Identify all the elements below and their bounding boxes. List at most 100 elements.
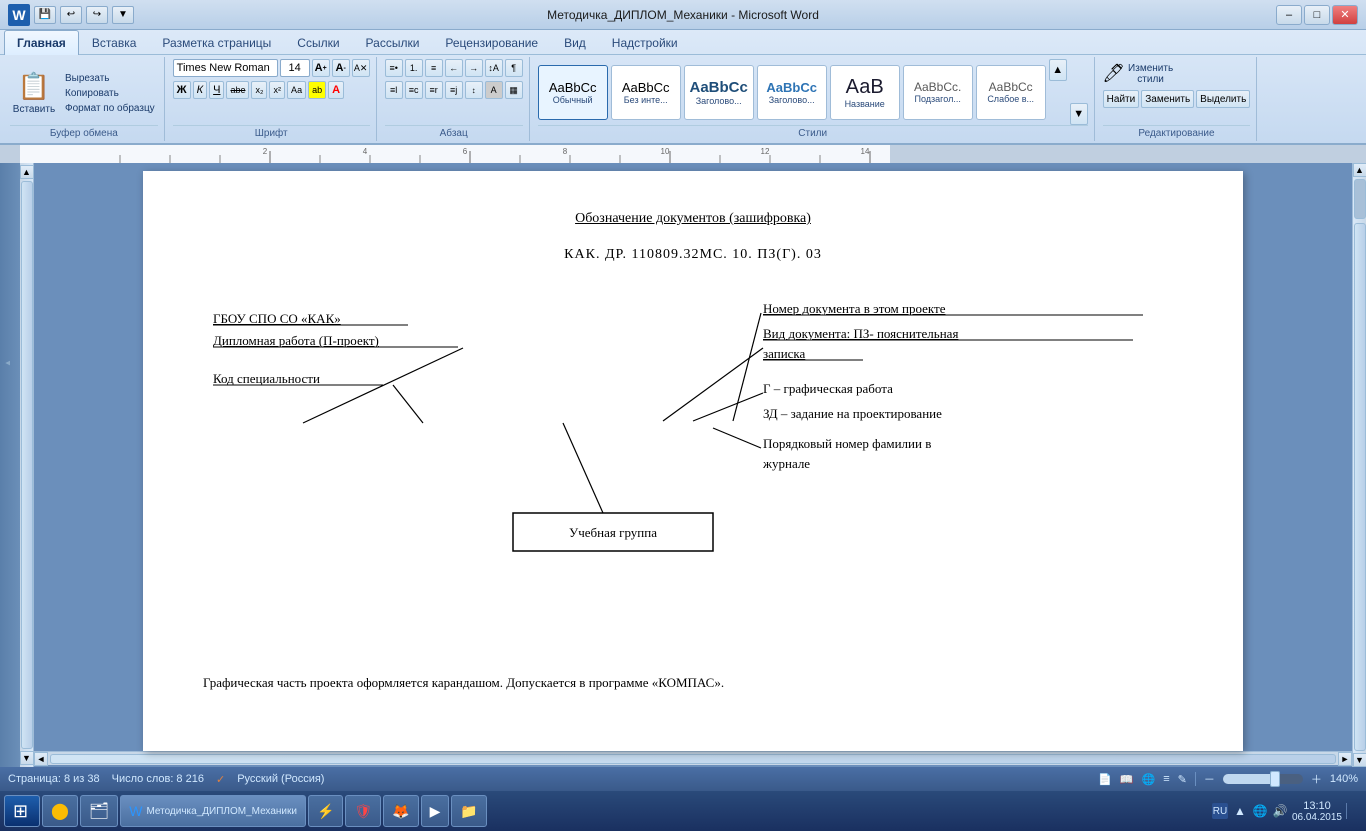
tab-references[interactable]: Ссылки — [284, 30, 352, 55]
paste-icon: 📋 — [18, 71, 50, 102]
sort-btn[interactable]: ↕A — [485, 59, 503, 77]
decrease-indent-btn[interactable]: ← — [445, 59, 463, 77]
justify-btn[interactable]: ≡j — [445, 81, 463, 99]
style-heading2[interactable]: AaBbCc Заголово... — [757, 65, 827, 120]
style-subtitle[interactable]: AaBbCc. Подзагол... — [903, 65, 973, 120]
replace-btn[interactable]: Заменить — [1141, 90, 1194, 108]
font-grow-btn[interactable]: A+ — [312, 59, 330, 77]
zoom-slider[interactable] — [1223, 774, 1303, 784]
font-size-select[interactable]: 14 — [280, 59, 310, 77]
quick-undo-btn[interactable]: ↩ — [60, 6, 82, 24]
shading-btn[interactable]: A — [485, 81, 503, 99]
underline-btn[interactable]: Ч — [209, 81, 224, 99]
line-spacing-btn[interactable]: ↕ — [465, 81, 483, 99]
align-right-btn[interactable]: ≡r — [425, 81, 443, 99]
media-btn[interactable]: ▶ — [421, 795, 450, 827]
vscroll-track[interactable] — [1354, 223, 1366, 751]
explorer-btn[interactable]: 📁 — [451, 795, 486, 827]
titlebar: W 💾 ↩ ↪ ▼ Методичка_ДИПЛОМ_Механики - Mi… — [0, 0, 1366, 30]
format-painter-button[interactable]: Формат по образцу — [62, 102, 158, 115]
start-button[interactable]: ⊞ — [4, 795, 40, 827]
align-center-btn[interactable]: ≡c — [405, 81, 423, 99]
firefox-btn[interactable]: 🦊 — [383, 795, 418, 827]
word-task-btn[interactable]: W Методичка_ДИПЛОМ_Механики — [120, 795, 306, 827]
tray-network[interactable]: 🌐 — [1252, 803, 1268, 819]
security-btn[interactable]: 🛡 — [345, 795, 381, 827]
italic-btn[interactable]: К — [193, 81, 207, 99]
zoom-in-btn[interactable]: ＋ — [1311, 771, 1322, 787]
superscript-btn[interactable]: x² — [269, 81, 285, 99]
style-no-spacing[interactable]: AaBbCc Без инте... — [611, 65, 681, 120]
border-btn[interactable]: ▦ — [505, 81, 523, 99]
copy-button[interactable]: Копировать — [62, 87, 158, 100]
view-draft-btn[interactable]: ✎ — [1178, 773, 1187, 786]
show-marks-btn[interactable]: ¶ — [505, 59, 523, 77]
numbering-btn[interactable]: 1. — [405, 59, 423, 77]
quick-save-btn[interactable]: 💾 — [34, 6, 56, 24]
tab-addins[interactable]: Надстройки — [599, 30, 691, 55]
hscroll-thumb[interactable] — [50, 754, 1336, 764]
vscroll-up[interactable]: ▲ — [1353, 163, 1366, 177]
bullets-btn[interactable]: ≡• — [385, 59, 403, 77]
minimize-btn[interactable]: – — [1276, 5, 1302, 25]
tab-page-layout[interactable]: Разметка страницы — [149, 30, 284, 55]
scroll-down-arrow[interactable]: ▼ — [20, 751, 34, 765]
paste-button[interactable]: 📋 Вставить — [10, 61, 58, 125]
font-color-btn[interactable]: А — [328, 81, 344, 99]
tray-sound[interactable]: 🔊 — [1272, 803, 1288, 819]
font-name-select[interactable]: Times New Roman — [173, 59, 278, 77]
zoom-thumb[interactable] — [1270, 771, 1280, 787]
svg-text:10: 10 — [661, 147, 670, 156]
tray-lang[interactable]: RU — [1212, 803, 1228, 819]
hscroll-right[interactable]: ► — [1338, 752, 1352, 766]
tab-home[interactable]: Главная — [4, 30, 79, 55]
file-manager-btn[interactable]: 🗂 — [80, 795, 118, 827]
vscroll-down[interactable]: ▼ — [1353, 753, 1366, 767]
find-btn[interactable]: Найти — [1103, 90, 1140, 108]
quick-redo-btn[interactable]: ↪ — [86, 6, 108, 24]
tab-review[interactable]: Рецензирование — [432, 30, 551, 55]
subscript-btn[interactable]: x₂ — [251, 81, 267, 99]
cut-button[interactable]: Вырезать — [62, 72, 158, 85]
styles-scroll-down[interactable]: ▼ — [1070, 103, 1088, 125]
spell-icon[interactable]: ✓ — [216, 773, 225, 786]
styles-scroll-up[interactable]: ▲ — [1049, 59, 1067, 81]
font-shrink-btn[interactable]: A- — [332, 59, 350, 77]
style-subtle[interactable]: AaBbCc Слабое в... — [976, 65, 1046, 120]
scroll-thumb-v[interactable] — [21, 181, 33, 749]
close-btn[interactable]: ✕ — [1332, 5, 1358, 25]
style-heading1[interactable]: AaBbCc Заголово... — [684, 65, 754, 120]
bold-btn[interactable]: Ж — [173, 81, 191, 99]
show-desktop-btn[interactable] — [1346, 803, 1362, 819]
zoom-out-btn[interactable]: － — [1204, 771, 1215, 787]
clear-format-btn[interactable]: A✕ — [352, 59, 370, 77]
multilevel-btn[interactable]: ≡ — [425, 59, 443, 77]
maximize-btn[interactable]: □ — [1304, 5, 1330, 25]
tab-view[interactable]: Вид — [551, 30, 599, 55]
align-left-btn[interactable]: ≡l — [385, 81, 403, 99]
select-btn[interactable]: Выделить — [1196, 90, 1250, 108]
language-info[interactable]: Русский (Россия) — [237, 773, 324, 785]
tray-arrow[interactable]: ▲ — [1232, 803, 1248, 819]
chrome-btn[interactable]: ⬤ — [42, 795, 78, 827]
highlight-btn[interactable]: ab — [308, 81, 326, 99]
change-styles-btn[interactable]: 🖊 Изменить стили — [1103, 59, 1173, 87]
hscroll-left[interactable]: ◄ — [34, 752, 48, 766]
view-web-btn[interactable]: 🌐 — [1142, 773, 1156, 786]
tab-insert[interactable]: Вставка — [79, 30, 150, 55]
clock[interactable]: 13:10 06.04.2015 — [1292, 800, 1342, 823]
view-print-btn[interactable]: 📄 — [1098, 773, 1112, 786]
lightning-btn[interactable]: ⚡ — [308, 795, 343, 827]
quick-menu-btn[interactable]: ▼ — [112, 6, 134, 24]
view-fullscreen-btn[interactable]: 📖 — [1120, 773, 1134, 786]
style-title[interactable]: АаВ Название — [830, 65, 900, 120]
case-btn[interactable]: Аа — [287, 81, 306, 99]
increase-indent-btn[interactable]: → — [465, 59, 483, 77]
tab-mailings[interactable]: Рассылки — [353, 30, 433, 55]
svg-text:2: 2 — [263, 147, 268, 156]
vscroll-thumb[interactable] — [1354, 179, 1366, 219]
style-normal[interactable]: AaBbCc Обычный — [538, 65, 608, 120]
strikethrough-btn[interactable]: abe — [226, 81, 249, 99]
scroll-up-arrow[interactable]: ▲ — [20, 165, 34, 179]
view-outline-btn[interactable]: ≡ — [1163, 773, 1169, 785]
